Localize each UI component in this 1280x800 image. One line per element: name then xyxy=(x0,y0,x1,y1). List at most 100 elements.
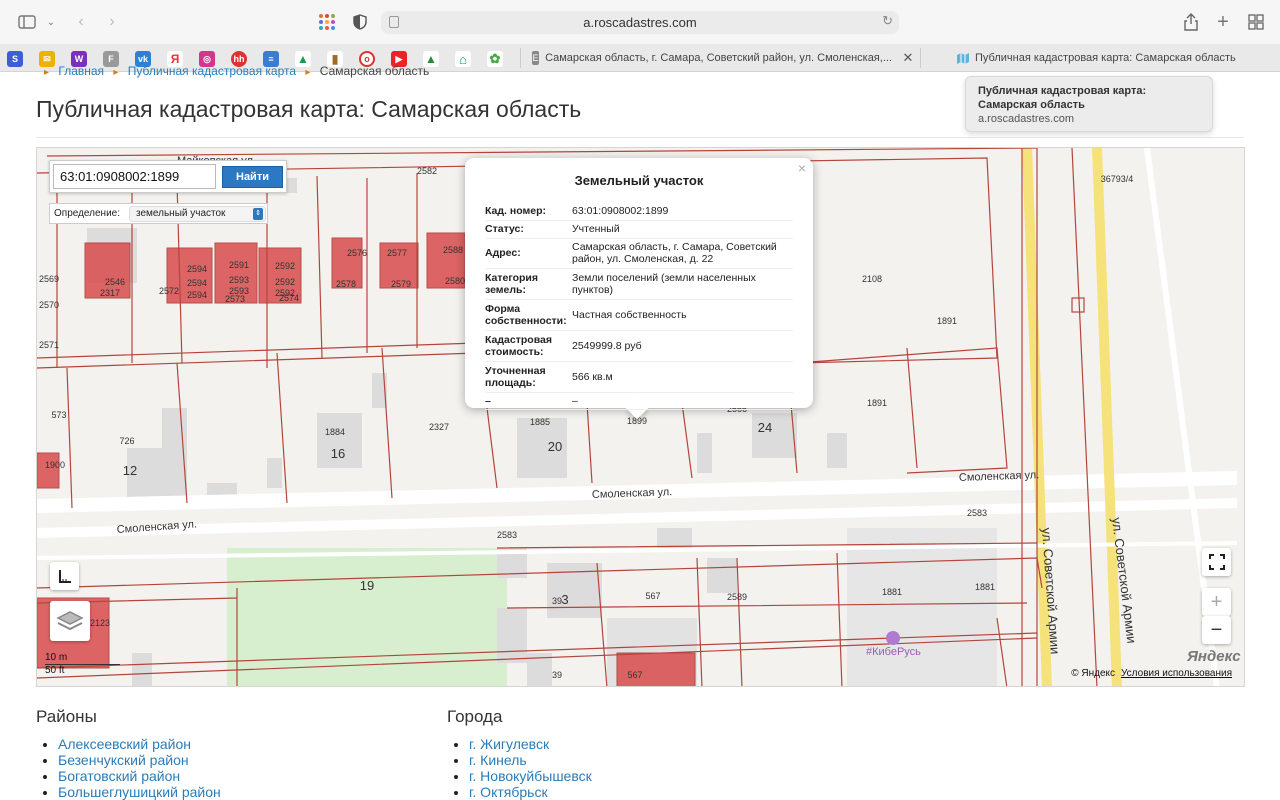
table-row: Категория земель: Земли поселений (земли … xyxy=(485,268,793,300)
list-item[interactable]: Безенчукский район xyxy=(58,752,221,768)
parcel-number-label: 2317 xyxy=(100,288,120,298)
list-item[interactable]: г. Жигулевск xyxy=(469,736,592,752)
list-item[interactable]: Алексеевский район xyxy=(58,736,221,752)
parcel-number-label: 1900 xyxy=(45,460,65,470)
table-row: Уточненная площадь: 566 кв.м xyxy=(485,361,793,393)
table-row: Кадастровая стоимость: 2549999.8 руб xyxy=(485,330,793,362)
zoom-in-button[interactable]: + xyxy=(1202,588,1231,616)
bookmark-house-icon[interactable]: ⌂ xyxy=(455,51,471,67)
privacy-shield-icon[interactable] xyxy=(349,12,371,32)
find-button[interactable]: Найти xyxy=(222,166,283,188)
field-value: 566 кв.м xyxy=(572,361,793,393)
chevron-updown-icon: ⇕ xyxy=(253,208,263,220)
scale-imperial: 50 ft xyxy=(45,665,65,676)
yandex-logo: Яндекс xyxy=(1187,648,1241,665)
tooltip-domain: a.roscadastres.com xyxy=(978,113,1074,125)
chevron-down-icon[interactable]: ⌄ xyxy=(40,12,62,32)
list-item[interactable]: г. Октябрьск xyxy=(469,784,592,800)
cities-list: г. Жигулевск г. Кинель г. Новокуйбышевск… xyxy=(447,736,592,800)
field-value: 2549999.8 руб xyxy=(572,330,793,362)
parcel-number-label: 2594 xyxy=(187,264,207,274)
list-item[interactable]: г. Новокуйбышевск xyxy=(469,768,592,784)
new-tab-icon[interactable]: + xyxy=(1212,11,1234,33)
apps-grid-icon[interactable] xyxy=(316,12,338,32)
parcel-number-label: 567 xyxy=(645,591,660,601)
tab-cadastral-map[interactable]: Публичная кадастровая карта: Самарская о… xyxy=(956,44,1256,72)
poi-pin-icon xyxy=(886,631,901,645)
parcel-number-label: 2108 xyxy=(862,274,882,284)
park-area xyxy=(227,548,507,686)
tab-tooltip: Публичная кадастровая карта: Самарская о… xyxy=(965,76,1213,132)
map-icon xyxy=(956,51,970,65)
close-tab-icon[interactable]: ✕ xyxy=(897,48,919,68)
parcel-number-label: 36793/4 xyxy=(1101,174,1134,184)
terms-link[interactable]: Условия использования xyxy=(1121,668,1232,679)
address-bar[interactable]: a.roscadastres.com ↻ xyxy=(381,11,899,34)
map-copyright: © Яндекс Условия использования xyxy=(1071,668,1232,679)
parcel-number-label: 2123 xyxy=(90,618,110,628)
list-item[interactable]: г. Кинель xyxy=(469,752,592,768)
tab-title: Публичная кадастровая карта: Самарская о… xyxy=(975,52,1236,64)
definition-select[interactable]: земельный участок ⇕ xyxy=(129,206,266,222)
parcel-number-label: 2582 xyxy=(417,166,437,176)
tooltip-title: Самарская область xyxy=(978,99,1085,111)
breadcrumb: ▸ Главная ▸ Публичная кадастровая карта … xyxy=(44,64,430,78)
field-label: Уточненная площадь: xyxy=(485,361,572,393)
tooltip-title: Публичная кадастровая карта: xyxy=(978,85,1147,97)
layers-button[interactable] xyxy=(50,601,90,641)
ruler-button[interactable] xyxy=(50,562,79,590)
field-label: Форма собственности: xyxy=(485,299,572,331)
parcel-number-label: 2546 xyxy=(105,277,125,287)
parcel-number-label: 2574 xyxy=(279,293,299,303)
field-value: 63:01:0908002:1899 xyxy=(572,203,793,221)
breadcrumb-current: Самарская область xyxy=(319,64,430,78)
regions-heading: Районы xyxy=(36,707,97,726)
parcel-number-label: 2588 xyxy=(443,245,463,255)
parcel-number-label: 2327 xyxy=(429,422,449,432)
table-row: Адрес: Самарская область, г. Самара, Сове… xyxy=(485,238,793,269)
parcel-number-label: 24 xyxy=(758,420,772,435)
scale-bar: 10 m 50 ft xyxy=(45,652,120,676)
parcel-number-label: 567 xyxy=(627,670,642,680)
field-label: Кад. номер: xyxy=(485,203,572,221)
parcel-number-label: 573 xyxy=(51,410,66,420)
tab-overview-icon[interactable] xyxy=(1245,12,1267,32)
tab-search-result[interactable]: E Самарская область, г. Самара, Советски… xyxy=(532,44,892,72)
search-panel: Найти xyxy=(49,160,287,193)
poi-label[interactable]: #КибеРусь xyxy=(866,631,921,658)
parcel-number-label: 1881 xyxy=(975,582,995,592)
table-row: Статус: Учтенный xyxy=(485,220,793,239)
list-item[interactable]: Большеглушицкий район xyxy=(58,784,221,800)
bookmark-s-icon[interactable]: S xyxy=(7,51,23,67)
parcel-number-label: 12 xyxy=(123,463,137,478)
parcel-number-label: 2592 xyxy=(275,277,295,287)
share-icon[interactable] xyxy=(1180,12,1202,32)
forward-icon[interactable]: › xyxy=(101,12,123,32)
parcel-number-label: 2570 xyxy=(39,300,59,310)
reload-icon[interactable]: ↻ xyxy=(882,13,893,29)
list-item[interactable]: Богатовский район xyxy=(58,768,221,784)
fullscreen-button[interactable] xyxy=(1202,548,1231,576)
parcel-info-popup: × Земельный участок Кад. номер: 63:01:090… xyxy=(465,158,813,420)
tab-title: Самарская область, г. Самара, Советский … xyxy=(545,52,892,64)
breadcrumb-map[interactable]: Публичная кадастровая карта xyxy=(128,64,296,78)
url-text: a.roscadastres.com xyxy=(583,15,697,30)
bookmark-apps-icon[interactable]: ✿ xyxy=(487,51,503,67)
parcel-number-label: 2591 xyxy=(229,260,249,270)
parcel-number-label: 726 xyxy=(119,436,134,446)
parcel-number-label: 39 xyxy=(552,670,562,680)
sidebar-toggle-icon[interactable] xyxy=(16,12,38,32)
field-label: Категория земель: xyxy=(485,268,572,300)
cadastral-number-input[interactable] xyxy=(53,164,216,189)
parcel-number-label: 19 xyxy=(360,578,374,593)
cadastral-map[interactable]: Майкопская ул. Смоленская ул. Смоленская… xyxy=(36,147,1245,687)
table-row: – – xyxy=(485,392,793,410)
back-icon[interactable]: ‹ xyxy=(70,12,92,32)
zoom-out-button[interactable]: − xyxy=(1202,616,1231,644)
parcel-number-label: 2592 xyxy=(275,261,295,271)
field-label: – xyxy=(485,392,572,410)
parcel-number-label: 2569 xyxy=(39,274,59,284)
breadcrumb-home[interactable]: Главная xyxy=(58,64,104,78)
divider xyxy=(36,137,1244,138)
parcel-number-label: 20 xyxy=(548,439,562,454)
